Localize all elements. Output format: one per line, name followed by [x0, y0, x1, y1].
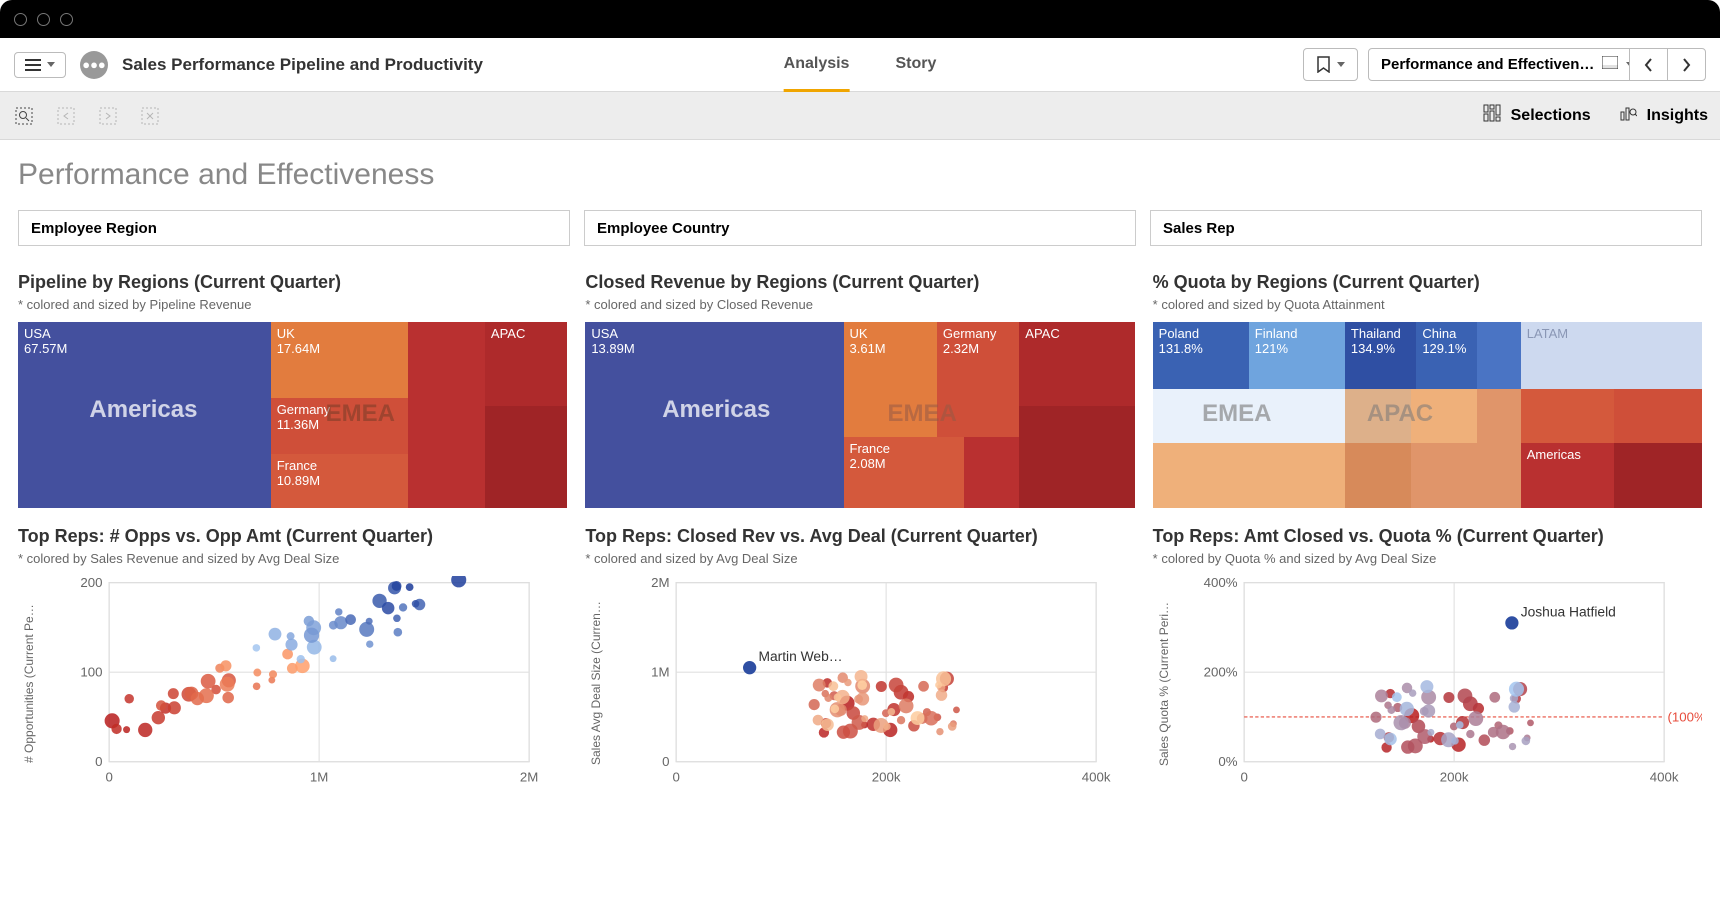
tab-analysis[interactable]: Analysis — [784, 38, 850, 92]
filter-label: Employee Country — [597, 220, 730, 237]
insights-icon — [1619, 104, 1637, 127]
svg-text:200: 200 — [80, 576, 102, 590]
insights-label: Insights — [1647, 107, 1708, 125]
bookmarks-button[interactable] — [1303, 48, 1358, 81]
panel-scatter-opps[interactable]: Top Reps: # Opps vs. Opp Amt (Current Qu… — [18, 526, 567, 791]
sheet-selector[interactable]: Performance and Effectiven… — [1368, 48, 1706, 81]
document-title: Sales Performance Pipeline and Productiv… — [122, 55, 483, 75]
svg-text:200%: 200% — [1203, 665, 1237, 680]
page-title: Performance and Effectiveness — [0, 140, 1720, 210]
panel-scatter-closed-avg[interactable]: Top Reps: Closed Rev vs. Avg Deal (Curre… — [585, 526, 1134, 791]
chevron-down-icon — [47, 62, 55, 67]
panel-closed-revenue-regions[interactable]: Closed Revenue by Regions (Current Quart… — [585, 272, 1134, 508]
svg-text:100: 100 — [80, 665, 102, 680]
treemap-chart[interactable]: USA13.89MUK3.61MGermany2.32MFrance2.08MA… — [585, 322, 1134, 508]
svg-text:200k: 200k — [1439, 770, 1468, 785]
mode-tabs: Analysis Story — [784, 38, 937, 92]
sheet-icon — [1602, 56, 1618, 73]
panel-quota-regions[interactable]: % Quota by Regions (Current Quarter) * c… — [1153, 272, 1702, 508]
svg-text:400k: 400k — [1649, 770, 1678, 785]
panel-pipeline-regions[interactable]: Pipeline by Regions (Current Quarter) * … — [18, 272, 567, 508]
svg-text:0: 0 — [95, 754, 102, 769]
selections-label: Selections — [1511, 107, 1591, 125]
tab-story[interactable]: Story — [895, 38, 936, 92]
hamburger-icon — [25, 59, 41, 71]
panel-subtitle: * colored by Quota % and sized by Avg De… — [1153, 551, 1702, 566]
svg-text:200k: 200k — [872, 770, 901, 785]
filter-label: Employee Region — [31, 220, 157, 237]
svg-text:1M: 1M — [651, 665, 669, 680]
panel-subtitle: * colored and sized by Quota Attainment — [1153, 297, 1702, 312]
y-axis-label: Sales Avg Deal Size (Curren… — [585, 576, 607, 791]
svg-text:0%: 0% — [1218, 754, 1237, 769]
panel-subtitle: * colored and sized by Pipeline Revenue — [18, 297, 567, 312]
svg-text:0: 0 — [673, 770, 680, 785]
treemap-chart[interactable]: Poland131.8%Finland121%Thailand134.9%Chi… — [1153, 322, 1702, 508]
window-close-icon[interactable] — [14, 13, 27, 26]
step-back-icon[interactable] — [54, 104, 78, 128]
y-axis-label: Sales Quota % (Current Peri… — [1153, 576, 1175, 791]
y-axis-label: # Opportunities (Current Pe… — [18, 576, 40, 791]
panel-title: Top Reps: # Opps vs. Opp Amt (Current Qu… — [18, 526, 567, 547]
panel-scatter-quota[interactable]: Top Reps: Amt Closed vs. Quota % (Curren… — [1153, 526, 1702, 791]
svg-text:(100%): (100%) — [1667, 709, 1702, 724]
svg-text:Joshua Hatfield: Joshua Hatfield — [1520, 603, 1615, 619]
insights-button[interactable]: Insights — [1619, 104, 1708, 127]
scatter-chart[interactable]: 0 200k 400k 0% 200% 400% (100%) Joshua Hatfield — [1175, 576, 1702, 791]
window-zoom-icon[interactable] — [60, 13, 73, 26]
scatter-chart[interactable]: 0 1M 2M 0 100 200 — [40, 576, 567, 791]
svg-text:2M: 2M — [520, 770, 538, 785]
selections-grid-icon — [1483, 104, 1501, 127]
window-chrome — [0, 0, 1720, 38]
tab-label: Story — [895, 55, 936, 73]
chart-grid: Pipeline by Regions (Current Quarter) * … — [0, 260, 1720, 803]
svg-text:0: 0 — [105, 770, 112, 785]
panel-title: Closed Revenue by Regions (Current Quart… — [585, 272, 1134, 293]
main-menu-button[interactable] — [14, 52, 66, 78]
sheet-selector-label: Performance and Effectiven… — [1381, 56, 1594, 73]
chevron-down-icon — [1337, 62, 1345, 67]
panel-subtitle: * colored by Sales Revenue and sized by … — [18, 551, 567, 566]
filter-label: Sales Rep — [1163, 220, 1235, 237]
panel-subtitle: * colored and sized by Closed Revenue — [585, 297, 1134, 312]
bookmark-icon — [1316, 56, 1331, 73]
svg-text:2M: 2M — [651, 576, 669, 590]
filter-row: Employee Region Employee Country Sales R… — [0, 210, 1720, 260]
panel-title: % Quota by Regions (Current Quarter) — [1153, 272, 1702, 293]
sheet-prev-button[interactable] — [1629, 49, 1667, 80]
selections-tool-button[interactable]: Selections — [1483, 104, 1591, 127]
clear-selections-icon[interactable] — [138, 104, 162, 128]
filter-employee-region[interactable]: Employee Region — [18, 210, 570, 246]
svg-text:400k: 400k — [1082, 770, 1111, 785]
filter-sales-rep[interactable]: Sales Rep — [1150, 210, 1702, 246]
app-icon: ●●● — [80, 51, 108, 79]
panel-subtitle: * colored and sized by Avg Deal Size — [585, 551, 1134, 566]
svg-text:Martin Web…: Martin Web… — [759, 648, 843, 664]
tab-label: Analysis — [784, 55, 850, 73]
filter-employee-country[interactable]: Employee Country — [584, 210, 1136, 246]
selections-toolbar: Selections Insights — [0, 92, 1720, 140]
scatter-chart[interactable]: 0 200k 400k 0 1M 2M Martin Web… — [607, 576, 1134, 791]
panel-title: Top Reps: Amt Closed vs. Quota % (Curren… — [1153, 526, 1702, 547]
svg-text:1M: 1M — [310, 770, 328, 785]
step-forward-icon[interactable] — [96, 104, 120, 128]
sheet-next-button[interactable] — [1667, 49, 1705, 80]
treemap-chart[interactable]: USA67.57MUK17.64MGermany11.36MFrance10.8… — [18, 322, 567, 508]
window-minimize-icon[interactable] — [37, 13, 50, 26]
svg-text:0: 0 — [662, 754, 669, 769]
panel-title: Pipeline by Regions (Current Quarter) — [18, 272, 567, 293]
panel-title: Top Reps: Closed Rev vs. Avg Deal (Curre… — [585, 526, 1134, 547]
svg-text:0: 0 — [1240, 770, 1247, 785]
svg-text:400%: 400% — [1203, 576, 1237, 590]
smart-search-icon[interactable] — [12, 104, 36, 128]
app-topbar: ●●● Sales Performance Pipeline and Produ… — [0, 38, 1720, 92]
